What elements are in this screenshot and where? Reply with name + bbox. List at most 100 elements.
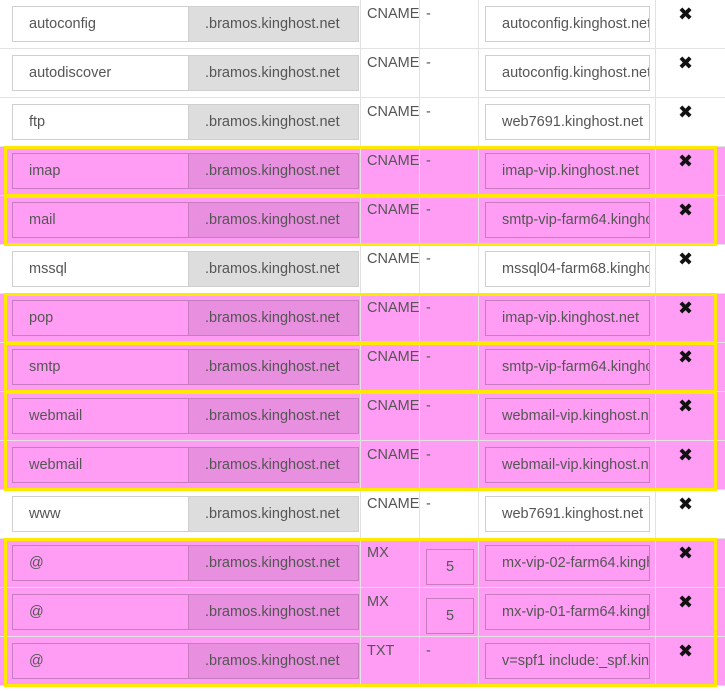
priority-input[interactable]: 5: [426, 549, 474, 585]
domain-suffix-label: .bramos.kinghost.net: [188, 55, 359, 91]
actions-cell: ✖: [655, 441, 717, 489]
dns-record-row: webmail .bramos.kinghost.net CNAME - webmail…: [0, 392, 725, 441]
delete-icon[interactable]: ✖: [678, 53, 693, 74]
type-cell: CNAME: [360, 0, 420, 48]
target-value-input[interactable]: mx-vip-01-farm64.kinghost.net: [485, 594, 650, 630]
host-name-input[interactable]: www: [12, 496, 188, 532]
priority-text: -: [426, 349, 431, 365]
host-name-input[interactable]: mail: [12, 202, 188, 238]
delete-icon[interactable]: ✖: [678, 298, 693, 319]
target-value-input[interactable]: v=spf1 include:_spf.kinghost.net: [485, 643, 650, 679]
target-cell: smtp-vip-farm64.kinghost.net: [478, 196, 656, 244]
host-name-input[interactable]: webmail: [12, 447, 188, 483]
host-name-input[interactable]: imap: [12, 153, 188, 189]
delete-icon[interactable]: ✖: [678, 249, 693, 270]
priority-cell: -: [419, 49, 479, 97]
record-type: CNAME: [367, 447, 420, 463]
target-cell: web7691.kinghost.net: [478, 490, 656, 538]
type-cell: TXT: [360, 637, 420, 685]
host-name-input[interactable]: autodiscover: [12, 55, 188, 91]
target-value-input[interactable]: smtp-vip-farm64.kinghost.net: [485, 349, 650, 385]
target-value-input[interactable]: webmail-vip.kinghost.net: [485, 398, 650, 434]
actions-cell: ✖: [655, 539, 717, 587]
actions-cell: ✖: [655, 588, 717, 636]
delete-icon[interactable]: ✖: [678, 4, 693, 25]
priority-cell: -: [419, 98, 479, 146]
target-cell: v=spf1 include:_spf.kinghost.net: [478, 637, 656, 685]
host-cell: @ .bramos.kinghost.net: [4, 539, 360, 587]
host-cell: @ .bramos.kinghost.net: [4, 637, 360, 685]
actions-cell: ✖: [655, 0, 717, 48]
target-cell: web7691.kinghost.net: [478, 98, 656, 146]
dns-record-row: autoconfig .bramos.kinghost.net CNAME - auto…: [0, 0, 725, 49]
delete-icon[interactable]: ✖: [678, 151, 693, 172]
priority-input[interactable]: 5: [426, 598, 474, 634]
target-value-input[interactable]: autoconfig.kinghost.net: [485, 55, 650, 91]
target-value-input[interactable]: web7691.kinghost.net: [485, 496, 650, 532]
type-cell: CNAME: [360, 49, 420, 97]
type-cell: CNAME: [360, 147, 420, 195]
record-type: TXT: [367, 643, 395, 659]
target-cell: autoconfig.kinghost.net: [478, 0, 656, 48]
priority-text: -: [426, 153, 431, 169]
priority-cell: 5: [419, 588, 479, 636]
host-name-input[interactable]: @: [12, 594, 188, 630]
target-value-input[interactable]: autoconfig.kinghost.net: [485, 6, 650, 42]
host-name-input[interactable]: mssql: [12, 251, 188, 287]
host-cell: mssql .bramos.kinghost.net: [4, 245, 360, 293]
record-type: CNAME: [367, 251, 420, 267]
delete-icon[interactable]: ✖: [678, 445, 693, 466]
domain-suffix-label: .bramos.kinghost.net: [188, 643, 359, 679]
delete-icon[interactable]: ✖: [678, 347, 693, 368]
priority-cell: -: [419, 441, 479, 489]
target-value-input[interactable]: mx-vip-02-farm64.kinghost.net: [485, 545, 650, 581]
target-value-input[interactable]: imap-vip.kinghost.net: [485, 300, 650, 336]
record-type: CNAME: [367, 349, 420, 365]
record-type: CNAME: [367, 398, 420, 414]
priority-text: -: [426, 55, 431, 71]
target-value-input[interactable]: smtp-vip-farm64.kinghost.net: [485, 202, 650, 238]
target-value-input[interactable]: webmail-vip.kinghost.net: [485, 447, 650, 483]
target-value-input[interactable]: web7691.kinghost.net: [485, 104, 650, 140]
priority-cell: -: [419, 147, 479, 195]
target-value-input[interactable]: mssql04-farm68.kinghost.net: [485, 251, 650, 287]
host-cell: webmail .bramos.kinghost.net: [4, 441, 360, 489]
dns-record-row: @ .bramos.kinghost.net MX 5 mx-vip-01-farm64…: [0, 588, 725, 637]
target-cell: mx-vip-02-farm64.kinghost.net: [478, 539, 656, 587]
priority-cell: -: [419, 0, 479, 48]
host-name-input[interactable]: ftp: [12, 104, 188, 140]
delete-icon[interactable]: ✖: [678, 641, 693, 662]
record-type: CNAME: [367, 496, 420, 512]
priority-cell: -: [419, 196, 479, 244]
record-type: CNAME: [367, 55, 420, 71]
delete-icon[interactable]: ✖: [678, 102, 693, 123]
host-name-input[interactable]: smtp: [12, 349, 188, 385]
dns-record-row: ftp .bramos.kinghost.net CNAME - web7691.kin…: [0, 98, 725, 147]
record-type: CNAME: [367, 6, 420, 22]
actions-cell: ✖: [655, 245, 717, 293]
priority-cell: -: [419, 392, 479, 440]
target-cell: mx-vip-01-farm64.kinghost.net: [478, 588, 656, 636]
host-name-input[interactable]: webmail: [12, 398, 188, 434]
priority-text: -: [426, 251, 431, 267]
delete-icon[interactable]: ✖: [678, 543, 693, 564]
host-name-input[interactable]: @: [12, 643, 188, 679]
delete-icon[interactable]: ✖: [678, 494, 693, 515]
host-name-input[interactable]: autoconfig: [12, 6, 188, 42]
host-name-input[interactable]: @: [12, 545, 188, 581]
host-cell: ftp .bramos.kinghost.net: [4, 98, 360, 146]
delete-icon[interactable]: ✖: [678, 396, 693, 417]
dns-record-row: @ .bramos.kinghost.net MX 5 mx-vip-02-farm64…: [0, 539, 725, 588]
priority-cell: 5: [419, 539, 479, 587]
host-cell: pop .bramos.kinghost.net: [4, 294, 360, 342]
record-type: CNAME: [367, 104, 420, 120]
domain-suffix-label: .bramos.kinghost.net: [188, 349, 359, 385]
host-name-input[interactable]: pop: [12, 300, 188, 336]
target-cell: imap-vip.kinghost.net: [478, 147, 656, 195]
record-type: CNAME: [367, 202, 420, 218]
type-cell: MX: [360, 588, 420, 636]
delete-icon[interactable]: ✖: [678, 200, 693, 221]
target-value-input[interactable]: imap-vip.kinghost.net: [485, 153, 650, 189]
delete-icon[interactable]: ✖: [678, 592, 693, 613]
priority-text: -: [426, 6, 431, 22]
